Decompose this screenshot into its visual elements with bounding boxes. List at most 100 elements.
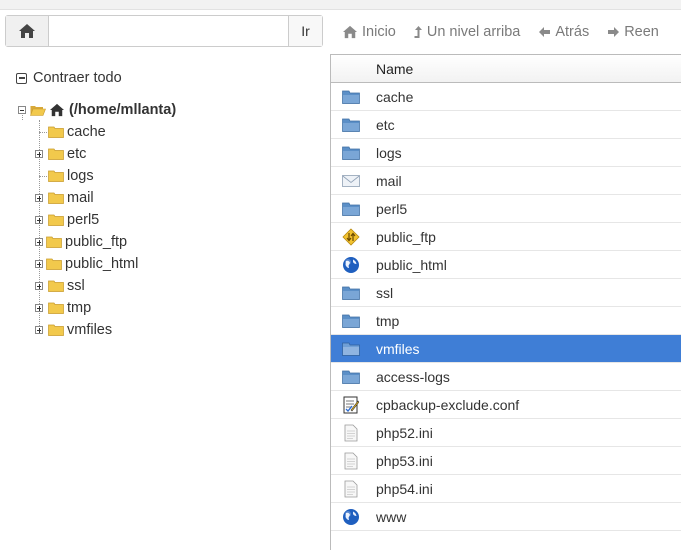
folder-icon (46, 258, 62, 270)
expand-toggle[interactable] (35, 260, 43, 268)
toolbar-home-label: Inicio (362, 24, 396, 40)
expand-toggle[interactable] (35, 282, 43, 290)
folder-icon (342, 144, 360, 162)
tree-item-tmp[interactable]: tmp (48, 297, 91, 319)
tree-item-label: logs (67, 168, 94, 184)
tree-item-etc[interactable]: etc (48, 143, 86, 165)
file-name: cpbackup-exclude.conf (376, 397, 520, 413)
tree-root[interactable]: (/home/mllanta) (30, 99, 176, 121)
globe-icon (342, 256, 360, 274)
file-row-selected[interactable]: vmfiles (331, 335, 681, 363)
home-icon (19, 24, 35, 38)
folder-icon (48, 214, 64, 226)
file-name: php54.ini (376, 481, 433, 497)
toolbar-back-label: Atrás (555, 24, 590, 40)
toolbar-up-level-label: Un nivel arriba (426, 24, 521, 40)
toolbar-forward-label: Reen (624, 24, 659, 40)
folder-icon (342, 340, 360, 358)
file-row[interactable]: ssl (331, 279, 681, 307)
tree-item-label: perl5 (67, 212, 100, 228)
folder-icon (48, 302, 64, 314)
tree-item-label: tmp (67, 300, 92, 316)
folder-icon (46, 236, 62, 248)
name-column-label: Name (376, 60, 414, 77)
arrow-left-icon (539, 27, 551, 37)
tree-item-ssl[interactable]: ssl (48, 275, 85, 297)
folder-icon (48, 148, 64, 160)
expand-toggle[interactable] (35, 304, 43, 312)
file-name: tmp (376, 313, 400, 329)
file-name: www (376, 509, 407, 525)
file-name: perl5 (376, 201, 408, 217)
toolbar-back-button[interactable]: Atrás (538, 24, 589, 40)
text-file-icon (342, 480, 360, 498)
file-row[interactable]: cache (331, 83, 681, 111)
collapse-all-label: Contraer todo (33, 70, 122, 86)
expand-toggle[interactable] (35, 216, 43, 224)
tree-item-logs[interactable]: logs (48, 165, 94, 187)
folder-icon (342, 312, 360, 330)
expand-toggle[interactable] (35, 194, 43, 202)
file-name: logs (376, 145, 402, 161)
file-row[interactable]: php52.ini (331, 419, 681, 447)
folder-icon (342, 116, 360, 134)
tree-item-label: mail (67, 190, 94, 206)
toolbar-forward-button[interactable]: Reen (607, 24, 659, 40)
level-up-icon (414, 26, 422, 38)
text-file-icon (342, 452, 360, 470)
home-icon (50, 103, 64, 117)
mail-icon (342, 172, 360, 190)
tree-item-cache[interactable]: cache (48, 121, 106, 143)
home-icon (343, 25, 357, 39)
collapse-all-button[interactable]: Contraer todo (16, 70, 122, 86)
path-input[interactable] (49, 16, 289, 46)
folder-icon (48, 126, 64, 138)
tree-item-public-ftp[interactable]: public_ftp (46, 231, 127, 253)
name-column-header[interactable]: Name (331, 55, 681, 83)
file-row[interactable]: www (331, 503, 681, 531)
file-name: public_ftp (376, 229, 436, 245)
path-bar: Ir (5, 15, 323, 47)
file-row[interactable]: etc (331, 111, 681, 139)
tree-item-label: vmfiles (67, 322, 113, 338)
file-row[interactable]: public_ftp (331, 223, 681, 251)
file-row[interactable]: access-logs (331, 363, 681, 391)
expand-toggle[interactable] (35, 238, 43, 246)
home-button[interactable] (6, 16, 49, 46)
expand-toggle[interactable] (35, 326, 43, 334)
file-name: public_html (376, 257, 447, 273)
ftp-icon (342, 228, 360, 246)
root-collapse-toggle[interactable] (18, 106, 26, 114)
tree-item-label: etc (67, 146, 87, 162)
tree-item-public-html[interactable]: public_html (46, 253, 138, 275)
file-row[interactable]: public_html (331, 251, 681, 279)
folder-icon (342, 368, 360, 386)
file-row[interactable]: tmp (331, 307, 681, 335)
tree-item-label: ssl (67, 278, 85, 294)
tree-item-perl5[interactable]: perl5 (48, 209, 99, 231)
tree-item-label: public_html (65, 256, 139, 272)
folder-icon (342, 200, 360, 218)
file-name: etc (376, 117, 395, 133)
tree-item-vmfiles[interactable]: vmfiles (48, 319, 112, 341)
toolbar: Inicio Un nivel arriba Atrás Reen (342, 22, 677, 42)
file-row[interactable]: cpbackup-exclude.conf (331, 391, 681, 419)
file-name: mail (376, 173, 402, 189)
globe-icon (342, 508, 360, 526)
toolbar-home-button[interactable]: Inicio (342, 24, 396, 40)
expand-toggle[interactable] (35, 150, 43, 158)
folder-icon (48, 324, 64, 336)
file-row[interactable]: perl5 (331, 195, 681, 223)
collapse-icon (16, 72, 27, 84)
go-button[interactable]: Ir (288, 16, 322, 46)
file-row[interactable]: logs (331, 139, 681, 167)
file-row[interactable]: mail (331, 167, 681, 195)
file-name: cache (376, 89, 414, 105)
tree-item-mail[interactable]: mail (48, 187, 94, 209)
top-strip (0, 0, 681, 10)
file-row[interactable]: php54.ini (331, 475, 681, 503)
file-row[interactable]: php53.ini (331, 447, 681, 475)
folder-open-icon (30, 106, 46, 116)
toolbar-up-level-button[interactable]: Un nivel arriba (414, 24, 521, 40)
tree-root-label: (/home/mllanta) (69, 102, 177, 118)
